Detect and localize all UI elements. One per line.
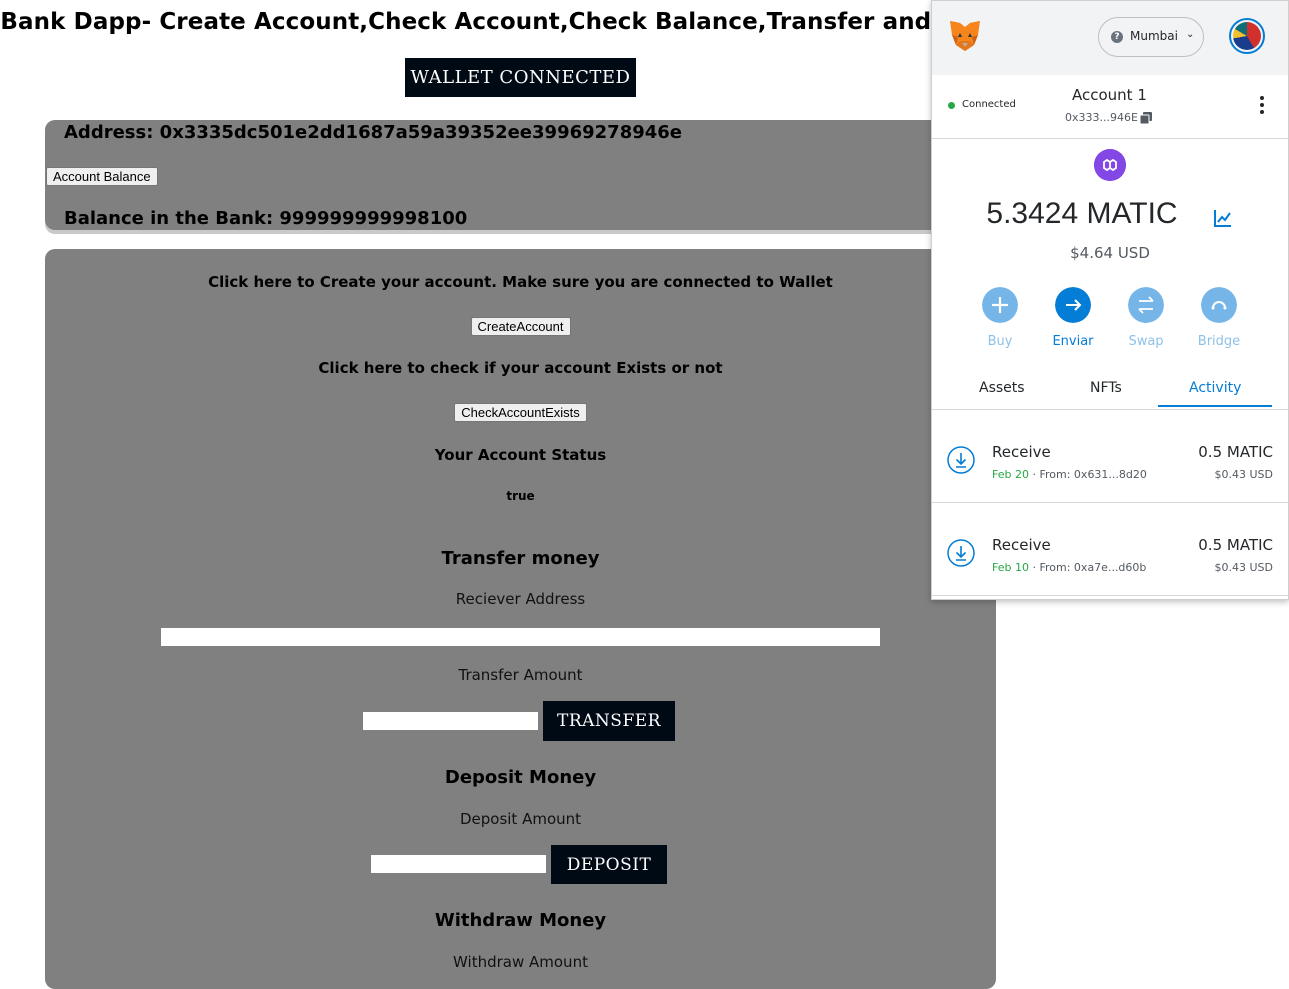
send-button[interactable]: Enviar	[1043, 287, 1103, 349]
metamask-popup: ? Mumbai ⌄ Connected Account 1 0x333...9…	[931, 0, 1289, 600]
check-account-row: CheckAccountExists	[45, 402, 996, 422]
copy-icon[interactable]	[1140, 112, 1152, 124]
metamask-fox-icon	[950, 21, 980, 51]
plus-icon	[982, 287, 1018, 323]
transaction-date: Feb 20	[992, 468, 1029, 481]
transaction-date: Feb 10	[992, 561, 1029, 574]
arrow-right-icon	[1055, 287, 1091, 323]
wallet-balance: 5.3424 MATIC	[986, 197, 1178, 230]
active-tab-indicator	[1158, 405, 1272, 407]
send-label: Enviar	[1052, 334, 1094, 349]
transaction-type: Receive	[992, 536, 1051, 554]
account-address[interactable]: 0x333...946E	[1065, 111, 1138, 124]
account-balance-button[interactable]: Account Balance	[46, 167, 158, 186]
account-avatar[interactable]	[1229, 18, 1265, 54]
receive-icon	[947, 446, 975, 474]
transaction-from: · From: 0x631...8d20	[1028, 468, 1147, 481]
wallet-tabs: Assets NFTs Activity	[932, 371, 1288, 410]
transfer-amount-label: Transfer Amount	[458, 666, 583, 684]
transaction-item[interactable]: Receive Feb 10 · From: 0xa7e...d60b 0.5 …	[932, 503, 1288, 596]
page-title: Bank Dapp- Create Account,Check Account,…	[0, 9, 1040, 35]
bridge-button[interactable]: Bridge	[1189, 287, 1249, 349]
receiver-address-input[interactable]	[160, 627, 881, 647]
transfer-button[interactable]: TRANSFER	[543, 701, 675, 741]
transaction-item[interactable]: Receive Feb 20 · From: 0x631...8d20 0.5 …	[932, 410, 1288, 503]
transaction-amount-usd: $0.43 USD	[1214, 561, 1274, 574]
account-bar: Connected Account 1 0x333...946E	[932, 75, 1288, 139]
transfer-heading: Transfer money	[441, 548, 600, 569]
network-name: Mumbai	[1130, 29, 1178, 43]
withdraw-heading: Withdraw Money	[434, 910, 607, 931]
polygon-token-icon	[1094, 149, 1126, 181]
buy-label: Buy	[987, 334, 1013, 349]
deposit-heading: Deposit Money	[444, 767, 597, 788]
chevron-down-icon: ⌄	[1186, 29, 1195, 40]
tab-nfts[interactable]: NFTs	[1090, 380, 1122, 396]
receive-icon	[947, 539, 975, 567]
create-account-row: CreateAccount	[45, 316, 996, 336]
deposit-amount-input[interactable]	[370, 854, 547, 874]
network-selector[interactable]: ? Mumbai ⌄	[1098, 17, 1204, 57]
receiver-address-label: Reciever Address	[455, 590, 586, 608]
withdraw-amount-label: Withdraw Amount	[453, 953, 588, 971]
swap-label: Swap	[1128, 334, 1164, 349]
metamask-header: ? Mumbai ⌄	[932, 1, 1288, 75]
create-account-button[interactable]: CreateAccount	[470, 317, 571, 336]
check-account-exists-button[interactable]: CheckAccountExists	[454, 403, 587, 422]
transaction-from: · From: 0xa7e...d60b	[1028, 561, 1147, 574]
transaction-details: Feb 10 · From: 0xa7e...d60b	[992, 561, 1146, 574]
avatar-identicon	[1233, 22, 1261, 50]
network-question-icon: ?	[1111, 31, 1123, 43]
transaction-amount-usd: $0.43 USD	[1214, 468, 1274, 481]
wallet-connected-button[interactable]: WALLET CONNECTED	[405, 58, 636, 97]
transaction-amount: 0.5 MATIC	[1198, 443, 1273, 461]
create-account-prompt: Click here to Create your account. Make …	[208, 273, 833, 291]
deposit-amount-label: Deposit Amount	[459, 810, 582, 828]
account-name: Account 1	[1072, 86, 1147, 104]
connected-status-dot	[948, 102, 955, 109]
swap-icon	[1128, 287, 1164, 323]
transaction-details: Feb 20 · From: 0x631...8d20	[992, 468, 1147, 481]
deposit-button[interactable]: DEPOSIT	[551, 845, 667, 884]
transaction-amount: 0.5 MATIC	[1198, 536, 1273, 554]
bridge-icon	[1201, 287, 1237, 323]
wallet-address: Address: 0x3335dc501e2dd1687a59a39352ee3…	[64, 122, 682, 143]
transfer-amount-input[interactable]	[362, 711, 539, 731]
wallet-balance-usd: $4.64 USD	[1070, 244, 1150, 262]
tab-assets[interactable]: Assets	[979, 380, 1025, 396]
account-status-value: true	[506, 489, 535, 503]
bridge-label: Bridge	[1197, 334, 1241, 349]
tab-activity[interactable]: Activity	[1189, 380, 1241, 396]
connected-status-text[interactable]: Connected	[962, 99, 1016, 110]
swap-button[interactable]: Swap	[1116, 287, 1176, 349]
account-status-heading: Your Account Status	[434, 446, 607, 464]
buy-button[interactable]: Buy	[970, 287, 1030, 349]
bank-balance: Balance in the Bank: 999999999998100	[64, 208, 468, 229]
check-account-prompt: Click here to check if your account Exis…	[318, 359, 723, 377]
portfolio-chart-icon[interactable]	[1213, 208, 1233, 228]
transaction-type: Receive	[992, 443, 1051, 461]
account-options-icon[interactable]	[1258, 96, 1266, 118]
